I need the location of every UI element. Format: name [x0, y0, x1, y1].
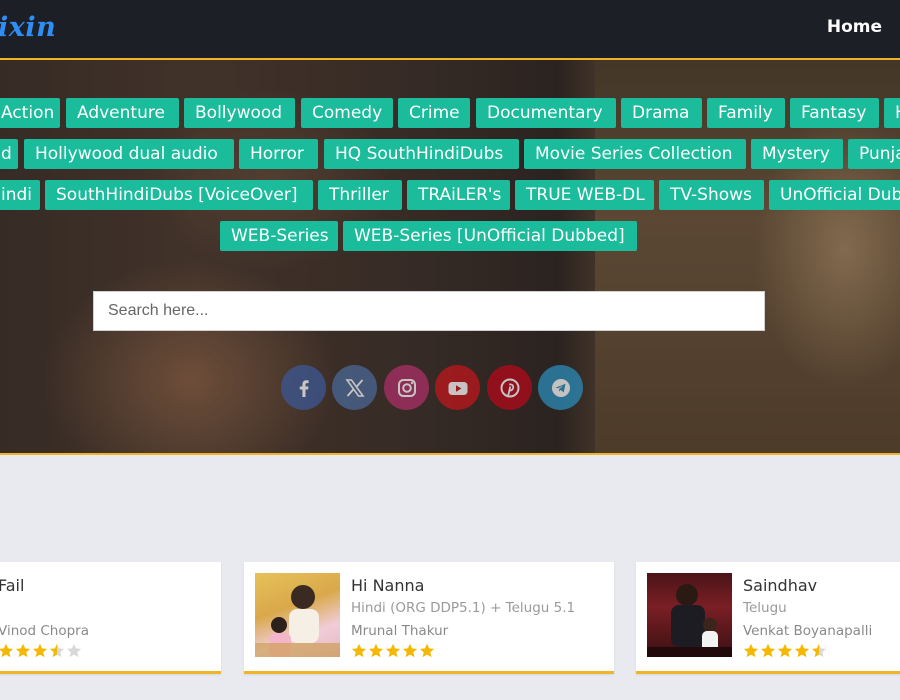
- movie-language: Hindi (ORG DDP5.1) + Telugu 5.1: [351, 600, 576, 616]
- category-tag[interactable]: WEB-Series [UnOfficial Dubbed]: [343, 221, 637, 251]
- category-tag[interactable]: Drama: [621, 98, 702, 128]
- site-header: ixin Home: [0, 0, 900, 60]
- rating-stars: [743, 643, 828, 659]
- rating-stars: [0, 643, 83, 659]
- category-row-4: WEB-Series WEB-Series [UnOfficial Dubbed…: [0, 221, 900, 252]
- category-tag[interactable]: TRAiLER's: [407, 180, 510, 210]
- movie-title[interactable]: Saindhav: [743, 576, 817, 595]
- category-tag[interactable]: HQ SouthHindiDubs: [324, 139, 519, 169]
- star-icon: [351, 643, 367, 658]
- category-tag[interactable]: Bollywood: [184, 98, 295, 128]
- hero-banner: Action Adventure Bollywood Comedy Crime …: [0, 60, 900, 455]
- category-tag[interactable]: Adventure: [66, 98, 179, 128]
- star-icon: [794, 643, 810, 658]
- star-icon: [760, 643, 776, 658]
- star-icon: [49, 643, 65, 658]
- star-icon: [811, 643, 827, 658]
- star-icon: [368, 643, 384, 658]
- star-icon: [402, 643, 418, 658]
- movie-language: Telugu: [743, 600, 787, 616]
- site-logo[interactable]: ixin: [0, 12, 56, 43]
- movie-card[interactable]: Hi Nanna Hindi (ORG DDP5.1) + Telugu 5.1…: [244, 562, 614, 674]
- category-tag[interactable]: indi: [0, 180, 40, 210]
- movie-person: Vinod Chopra: [0, 623, 89, 639]
- star-icon: [743, 643, 759, 658]
- instagram-icon[interactable]: [384, 365, 429, 410]
- movie-person: Venkat Boyanapalli: [743, 623, 873, 639]
- category-tag[interactable]: Fantasy: [790, 98, 879, 128]
- category-tag[interactable]: Comedy: [301, 98, 393, 128]
- x-twitter-icon[interactable]: [332, 365, 377, 410]
- category-tag[interactable]: H: [884, 98, 900, 128]
- category-row-3: indi SouthHindiDubs [VoiceOver] Thriller…: [0, 180, 900, 211]
- movie-card[interactable]: Fail Vinod Chopra: [0, 562, 221, 674]
- social-links: [281, 365, 591, 410]
- nav-home-link[interactable]: Home: [827, 17, 882, 37]
- star-icon: [15, 643, 31, 658]
- movie-card[interactable]: Saindhav Telugu Venkat Boyanapalli: [636, 562, 900, 674]
- category-tag[interactable]: Movie Series Collection: [524, 139, 746, 169]
- pinterest-icon[interactable]: [487, 365, 532, 410]
- star-icon: [385, 643, 401, 658]
- category-tag[interactable]: d: [0, 139, 18, 169]
- category-tag[interactable]: Family: [707, 98, 785, 128]
- category-tag[interactable]: Hollywood dual audio: [24, 139, 234, 169]
- youtube-icon[interactable]: [435, 365, 480, 410]
- category-tag[interactable]: WEB-Series: [220, 221, 338, 251]
- movie-title[interactable]: Hi Nanna: [351, 576, 424, 595]
- star-icon: [777, 643, 793, 658]
- movie-poster[interactable]: [647, 573, 732, 657]
- category-tag[interactable]: Documentary: [476, 98, 616, 128]
- star-icon: [0, 643, 14, 658]
- category-row-1: Action Adventure Bollywood Comedy Crime …: [0, 98, 900, 129]
- search-input[interactable]: [93, 291, 765, 331]
- star-icon: [32, 643, 48, 658]
- telegram-icon[interactable]: [538, 365, 583, 410]
- category-tag[interactable]: TRUE WEB-DL: [515, 180, 654, 210]
- facebook-icon[interactable]: [281, 365, 326, 410]
- category-tag[interactable]: Punja: [848, 139, 900, 169]
- category-tag[interactable]: Crime: [398, 98, 470, 128]
- star-icon: [66, 643, 82, 658]
- category-tag[interactable]: SouthHindiDubs [VoiceOver]: [45, 180, 313, 210]
- category-tag[interactable]: Mystery: [751, 139, 843, 169]
- category-tag[interactable]: Thriller: [318, 180, 402, 210]
- movie-person: Mrunal Thakur: [351, 623, 449, 639]
- movie-poster[interactable]: [255, 573, 340, 657]
- rating-stars: [351, 643, 436, 659]
- category-tag[interactable]: UnOfficial Dub: [769, 180, 900, 210]
- star-icon: [419, 643, 435, 658]
- movie-title[interactable]: Fail: [0, 576, 24, 595]
- category-row-2: d Hollywood dual audio Horror HQ SouthHi…: [0, 139, 900, 170]
- category-tag[interactable]: Action: [0, 98, 60, 128]
- category-tag[interactable]: Horror: [239, 139, 318, 169]
- category-tag[interactable]: TV-Shows: [659, 180, 764, 210]
